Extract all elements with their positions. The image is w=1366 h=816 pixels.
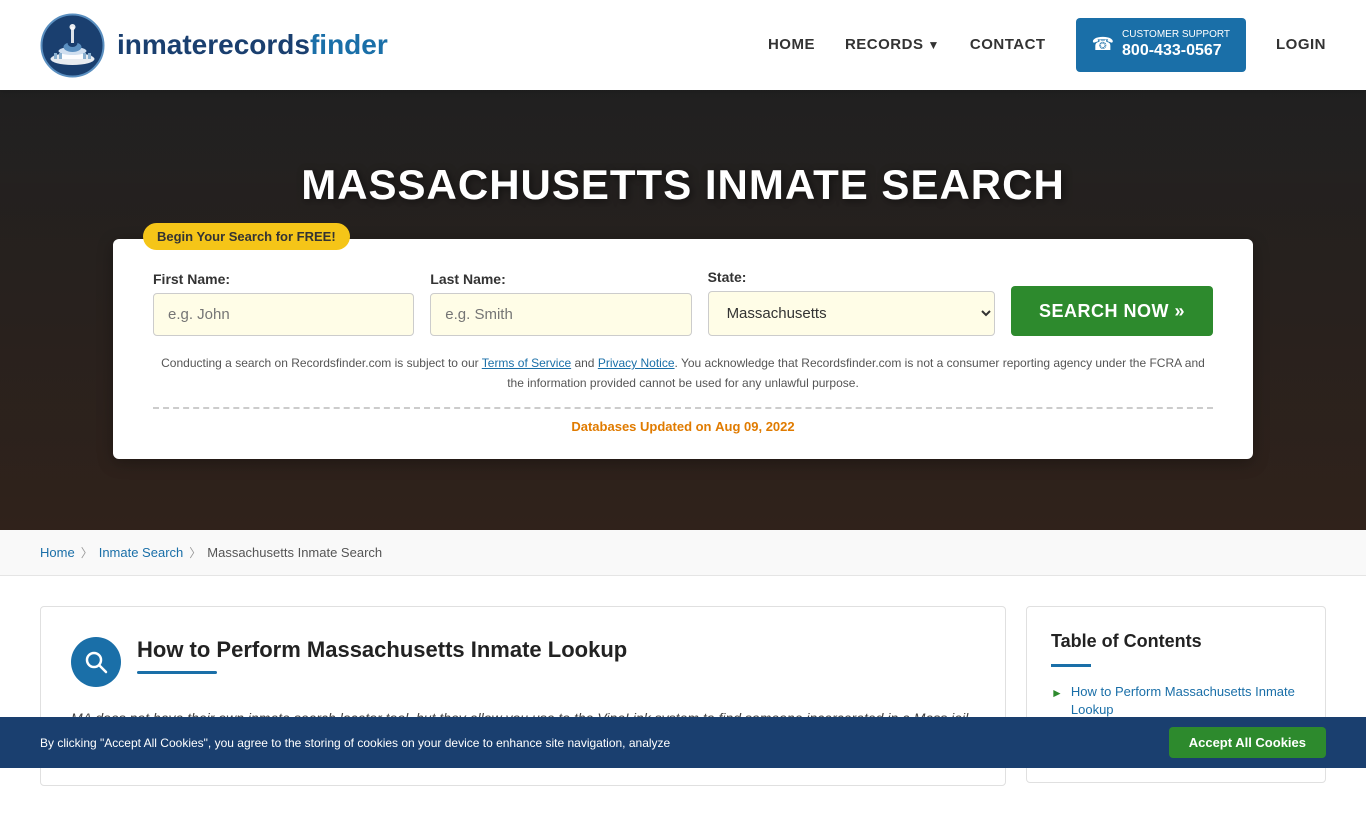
breadcrumb-home[interactable]: Home [40,545,75,560]
nav-contact[interactable]: CONTACT [970,36,1046,53]
state-label: State: [708,269,995,285]
logo-text: inmaterecordsfinder [117,29,388,61]
article-title: How to Perform Massachusetts Inmate Look… [137,637,975,663]
cookie-bar: By clicking "Accept All Cookies", you ag… [0,717,1366,768]
disclaimer-text: Conducting a search on Recordsfinder.com… [153,354,1213,392]
toc-title: Table of Contents [1051,631,1301,652]
cookie-accept-button[interactable]: Accept All Cookies [1169,727,1326,758]
db-updated: Databases Updated on Aug 09, 2022 [153,419,1213,434]
logo-icon [40,13,105,78]
phone-icon: ☎ [1092,34,1114,55]
search-button[interactable]: SEARCH NOW » [1011,286,1213,336]
privacy-link[interactable]: Privacy Notice [598,356,675,370]
main-content: How to Perform Massachusetts Inmate Look… [0,576,1366,816]
last-name-label: Last Name: [430,271,691,287]
nav-records[interactable]: RECORDS ▼ [845,36,940,53]
free-badge[interactable]: Begin Your Search for FREE! [143,223,350,250]
last-name-input[interactable] [430,293,691,336]
chevron-down-icon: ▼ [927,38,939,52]
toc-item-1[interactable]: ► How to Perform Massachusetts Inmate Lo… [1051,683,1301,719]
customer-support-button[interactable]: ☎ CUSTOMER SUPPORT 800-433-0567 [1076,18,1246,72]
title-underline [137,671,217,674]
cookie-text: By clicking "Accept All Cookies", you ag… [40,734,1149,752]
search-card: Begin Your Search for FREE! First Name: … [113,239,1253,458]
divider [153,407,1213,409]
terms-link[interactable]: Terms of Service [482,356,571,370]
search-icon [71,637,121,687]
first-name-field-group: First Name: [153,271,414,336]
last-name-field-group: Last Name: [430,271,691,336]
site-header: inmaterecordsfinder HOME RECORDS ▼ CONTA… [0,0,1366,90]
first-name-label: First Name: [153,271,414,287]
main-nav: HOME RECORDS ▼ CONTACT ☎ CUSTOMER SUPPOR… [768,18,1326,72]
state-field-group: State: Massachusetts Alabama Alaska Ariz… [708,269,995,336]
chevron-right-icon-1: ► [1051,685,1063,702]
search-fields: First Name: Last Name: State: Massachuse… [153,269,1213,336]
nav-home[interactable]: HOME [768,36,815,53]
support-number: 800-433-0567 [1122,41,1230,62]
logo[interactable]: inmaterecordsfinder [40,13,388,78]
breadcrumb-sep-1: 〉 [81,544,93,561]
breadcrumb: Home 〉 Inmate Search 〉 Massachusetts Inm… [0,530,1366,576]
hero-section: MASSACHUSETTS INMATE SEARCH Begin Your S… [0,90,1366,530]
breadcrumb-current: Massachusetts Inmate Search [207,545,382,560]
breadcrumb-inmate-search[interactable]: Inmate Search [99,545,184,560]
hero-title: MASSACHUSETTS INMATE SEARCH [301,161,1065,209]
breadcrumb-sep-2: 〉 [189,544,201,561]
nav-login[interactable]: LOGIN [1276,36,1326,53]
state-select[interactable]: Massachusetts Alabama Alaska Arizona Cal… [708,291,995,336]
first-name-input[interactable] [153,293,414,336]
hero-content: MASSACHUSETTS INMATE SEARCH Begin Your S… [0,161,1366,458]
support-label: CUSTOMER SUPPORT [1122,28,1230,41]
toc-divider [1051,664,1091,667]
article-header: How to Perform Massachusetts Inmate Look… [71,637,975,687]
